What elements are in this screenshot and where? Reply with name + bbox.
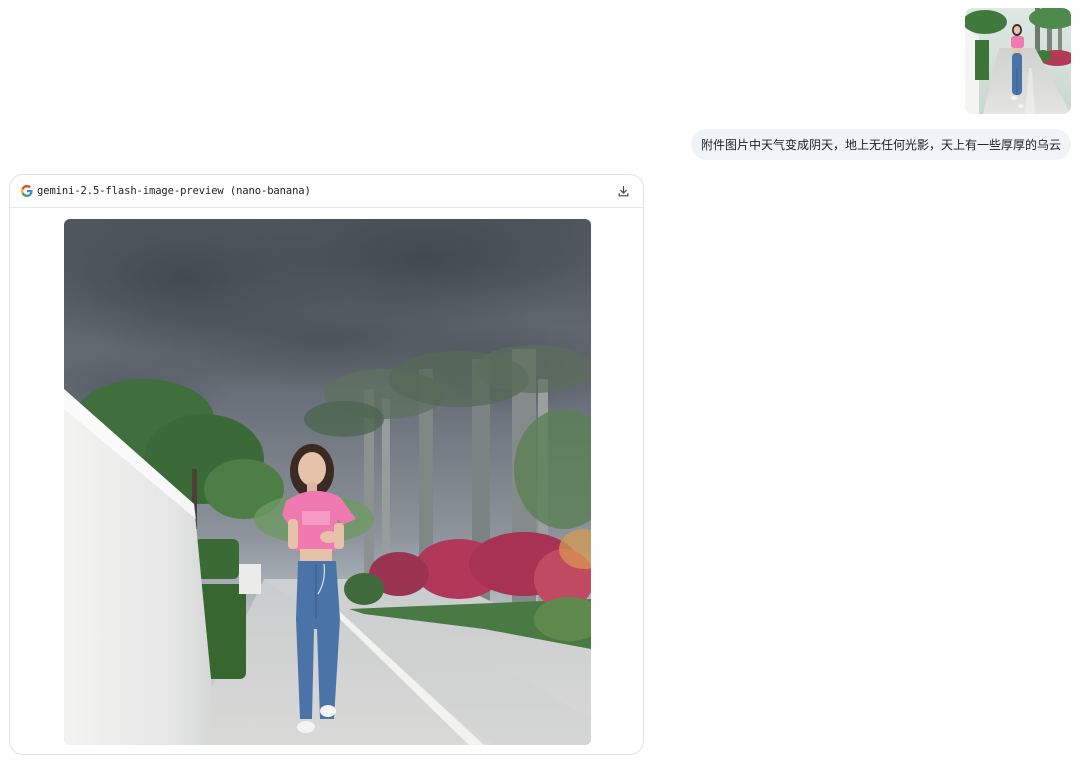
generated-image[interactable] — [64, 219, 591, 745]
user-attachment-thumbnail[interactable] — [965, 8, 1071, 114]
response-card: gemini-2.5-flash-image-preview (nano-ban… — [9, 174, 644, 755]
chat-page: 附件图片中天气变成阴天，地上无任何光影，天上有一些厚厚的乌云 gemini-2.… — [0, 0, 1080, 761]
download-icon — [618, 185, 628, 196]
overcast-street-photo — [64, 219, 591, 745]
google-g-icon — [21, 185, 33, 197]
response-card-header: gemini-2.5-flash-image-preview (nano-ban… — [10, 175, 643, 208]
photo-thumbnail-icon — [965, 8, 1071, 114]
download-button[interactable] — [613, 181, 633, 201]
user-message-bubble: 附件图片中天气变成阴天，地上无任何光影，天上有一些厚厚的乌云 — [690, 129, 1071, 160]
model-name-label: gemini-2.5-flash-image-preview (nano-ban… — [37, 185, 311, 197]
